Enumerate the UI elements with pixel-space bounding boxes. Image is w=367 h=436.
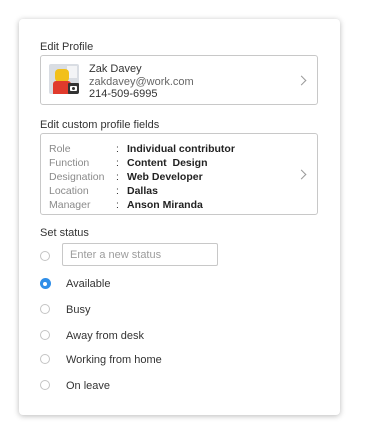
custom-fields-title: Edit custom profile fields: [40, 119, 160, 131]
field-separator: :: [116, 199, 119, 211]
field-label: Role: [49, 143, 71, 155]
status-radio-busy[interactable]: [40, 304, 50, 314]
custom-fields-card[interactable]: Role : Individual contributor Function :…: [40, 133, 318, 215]
field-label: Location: [49, 185, 89, 197]
status-radio-working-from-home[interactable]: [40, 354, 50, 364]
chevron-right-icon: [296, 75, 307, 86]
status-radio-on-leave[interactable]: [40, 380, 50, 390]
field-value: Individual contributor: [127, 143, 235, 155]
status-label-available[interactable]: Available: [66, 278, 110, 290]
field-label: Manager: [49, 199, 91, 211]
field-value: Dallas: [127, 185, 158, 197]
status-label-working-from-home[interactable]: Working from home: [66, 354, 162, 366]
profile-email: zakdavey@work.com: [89, 76, 194, 88]
field-separator: :: [116, 157, 119, 169]
set-status-title: Set status: [40, 227, 89, 239]
new-status-input[interactable]: [62, 243, 218, 266]
edit-profile-title: Edit Profile: [40, 41, 94, 53]
user-avatar[interactable]: [49, 64, 79, 94]
status-label-on-leave[interactable]: On leave: [66, 380, 110, 392]
field-label: Designation: [49, 171, 105, 183]
status-label-away-from-desk[interactable]: Away from desk: [66, 330, 144, 342]
field-value: Web Developer: [127, 171, 203, 183]
chevron-right-icon: [296, 169, 307, 180]
field-label: Function: [49, 157, 90, 169]
status-label-busy[interactable]: Busy: [66, 304, 90, 316]
custom-status-radio[interactable]: [40, 251, 50, 261]
field-separator: :: [116, 185, 119, 197]
field-value: Content Design: [127, 157, 208, 169]
status-radio-available[interactable]: [39, 278, 51, 289]
profile-settings-panel: Edit Profile Zak Davey zakdavey@work.com…: [19, 19, 340, 415]
status-radio-away-from-desk[interactable]: [40, 330, 50, 340]
camera-icon[interactable]: [68, 83, 79, 94]
profile-name: Zak Davey: [89, 63, 142, 75]
field-separator: :: [116, 143, 119, 155]
field-separator: :: [116, 171, 119, 183]
edit-profile-card[interactable]: Zak Davey zakdavey@work.com 214-509-6995: [40, 55, 318, 105]
field-value: Anson Miranda: [127, 199, 203, 211]
profile-phone: 214-509-6995: [89, 88, 158, 100]
